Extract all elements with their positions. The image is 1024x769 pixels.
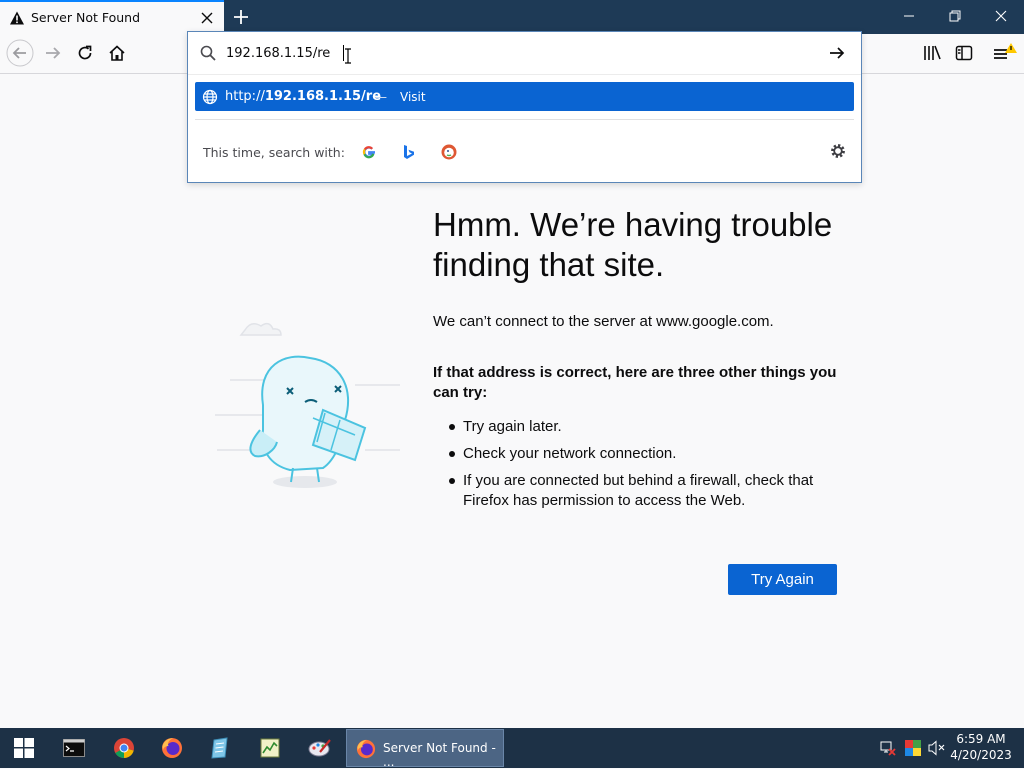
restore-icon[interactable] <box>932 0 978 32</box>
divider <box>195 119 854 120</box>
menu-icon[interactable] <box>990 38 1020 68</box>
paint-icon[interactable] <box>296 728 344 768</box>
back-icon[interactable] <box>5 38 35 68</box>
sidebar-icon[interactable] <box>949 38 979 68</box>
divider <box>188 74 861 75</box>
start-windows-icon[interactable] <box>0 728 48 768</box>
color-app-icon[interactable] <box>905 740 921 760</box>
tip-item: Check your network connection. <box>433 444 833 464</box>
terminal-icon[interactable] <box>50 728 98 768</box>
globe-icon <box>202 89 218 109</box>
error-title: Hmm. We’re having trouble finding that s… <box>433 206 833 283</box>
chrome-icon[interactable] <box>100 728 148 768</box>
search-with-label: This time, search with: <box>203 145 345 160</box>
error-illustration <box>205 310 405 499</box>
close-window-icon[interactable] <box>978 0 1024 32</box>
go-arrow-icon[interactable] <box>828 44 846 66</box>
taskbar-clock[interactable]: 6:59 AM 4/20/2023 <box>948 731 1014 763</box>
notepad-icon[interactable] <box>196 728 244 768</box>
home-icon[interactable] <box>102 38 132 68</box>
clock-date: 4/20/2023 <box>950 748 1012 762</box>
firefox-icon[interactable] <box>148 728 196 768</box>
minimize-icon[interactable] <box>886 0 932 32</box>
clock-time: 6:59 AM <box>956 732 1006 746</box>
tips-list: Try again later. Check your network conn… <box>433 417 833 518</box>
library-icon[interactable] <box>917 38 947 68</box>
search-icon <box>200 45 216 65</box>
taskbar: Server Not Found - ... 6:59 AM 4/20/2023 <box>0 728 1024 769</box>
url-value: 192.168.1.15/re <box>226 46 331 61</box>
suggestion-separator: — <box>375 90 387 104</box>
tab-title: Server Not Found <box>31 10 141 25</box>
url-suggestion-row[interactable]: http://192.168.1.15/re — Visit <box>195 82 854 111</box>
try-again-button[interactable]: Try Again <box>728 564 837 595</box>
firefox-icon <box>356 739 376 763</box>
warning-icon <box>9 10 25 26</box>
url-input[interactable]: 192.168.1.15/re <box>188 32 861 74</box>
taskbar-firefox-window[interactable]: Server Not Found - ... <box>346 729 504 769</box>
tab-close-icon[interactable] <box>198 9 216 27</box>
task-manager-icon[interactable] <box>246 728 294 768</box>
title-bar: Server Not Found <box>0 0 1024 34</box>
volume-muted-icon[interactable] <box>928 740 946 760</box>
new-tab-icon[interactable] <box>230 6 252 28</box>
bing-icon[interactable] <box>399 142 419 162</box>
network-disconnected-icon[interactable] <box>880 740 896 760</box>
search-settings-gear-icon[interactable] <box>829 142 847 164</box>
try-heading: If that address is correct, here are thr… <box>433 364 837 401</box>
tip-item: If you are connected but behind a firewa… <box>433 471 833 511</box>
tab-server-not-found[interactable]: Server Not Found <box>0 0 224 34</box>
error-description: We can’t connect to the server at www.go… <box>433 313 774 330</box>
suggestion-action: Visit <box>400 90 426 104</box>
tip-item: Try again later. <box>433 417 833 437</box>
google-icon[interactable] <box>359 142 379 162</box>
forward-icon[interactable] <box>38 38 68 68</box>
suggestion-url: http://192.168.1.15/re <box>225 89 382 104</box>
ibeam-cursor-icon <box>344 48 352 68</box>
duckduckgo-icon[interactable] <box>439 142 459 162</box>
urlbar-popup: 192.168.1.15/re http://192.168.1.15/re —… <box>187 31 862 183</box>
taskbar-window-label: Server Not Found - ... <box>383 741 496 769</box>
reload-icon[interactable] <box>70 38 100 68</box>
